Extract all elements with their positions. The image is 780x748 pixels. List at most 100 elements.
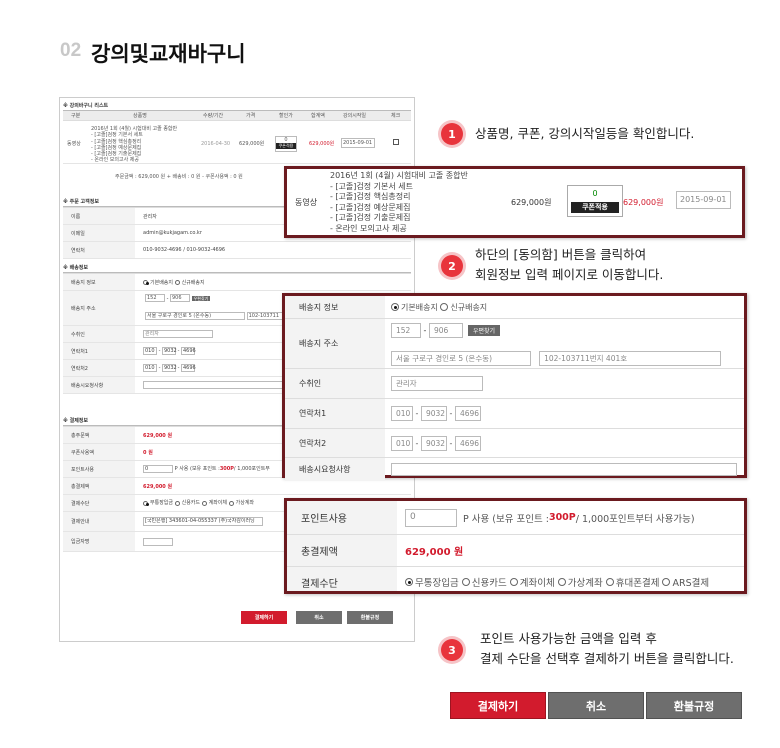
zoom-recipient-label: 수취인 xyxy=(285,369,385,398)
name-value: 관리자 xyxy=(143,213,157,220)
zoom-zip-group[interactable]: 152 - 906 우편찾기 xyxy=(391,323,501,338)
point-input[interactable]: 0 xyxy=(143,465,173,473)
pay-button[interactable]: 결제하기 xyxy=(450,692,546,719)
zoom-phone1-label: 연락처1 xyxy=(285,399,385,428)
zoom-recipient-input[interactable]: 관리자 xyxy=(391,376,483,391)
mini-pay-button[interactable]: 결제하기 xyxy=(241,611,287,624)
step1-text: 상품명, 쿠폰, 강의시작일등을 확인합니다. xyxy=(475,126,695,141)
item-total: 629,000원 xyxy=(309,141,335,147)
mini-refund-button[interactable]: 환불규정 xyxy=(347,611,393,624)
account-label: 결제안내 xyxy=(63,512,135,531)
mini-cancel-button[interactable]: 취소 xyxy=(296,611,342,624)
contact-label: 연락처 xyxy=(63,242,135,258)
email-label: 이메일 xyxy=(63,225,135,241)
radio-virtual-account[interactable] xyxy=(557,578,566,586)
col-total: 합계액 xyxy=(311,113,325,119)
zoom-item-price: 629,000원 xyxy=(511,198,552,207)
zoom-method-label: 결제수단 xyxy=(287,567,397,591)
name-label: 이름 xyxy=(63,208,135,224)
contact-value: 010-9032-4696 / 010-9032-4696 xyxy=(143,247,226,253)
phone1-label: 연락처1 xyxy=(63,343,135,359)
col-check: 체크 xyxy=(391,113,401,119)
point-label: 포인트사용 xyxy=(63,461,135,477)
col-type: 구분 xyxy=(71,113,81,119)
cart-row: 동영상 2016년 1회 (4월) 시험대비 고졸 종합반 - [고졸]검정 기본… xyxy=(63,124,411,164)
radio-credit-card[interactable] xyxy=(461,578,470,586)
zoom-ship-info-label: 배송지 정보 xyxy=(285,296,385,318)
item-type: 동영상 xyxy=(67,141,81,147)
step2-badge: 2 xyxy=(441,255,463,277)
item-checkbox[interactable] xyxy=(393,139,399,145)
shipping-section-title: ※ 배송정보 xyxy=(63,265,89,271)
radio-phone-payment[interactable] xyxy=(605,578,614,586)
cart-section-title: ※ 강의바구니 리스트 xyxy=(63,103,109,109)
depositor-label: 입금자명 xyxy=(63,532,135,551)
request-label: 배송시요청사항 xyxy=(63,377,135,393)
email-value: admin@kukjagam.co.kr xyxy=(143,230,202,236)
step2-text: 하단의 [동의함] 버튼을 클릭하여 회원정보 입력 페이지로 이동합니다. xyxy=(475,247,664,282)
zoom-item-name: 2016년 1회 (4월) 시험대비 고졸 종합반 - [고졸]검정 기본서 세… xyxy=(330,171,468,233)
zip-search-button[interactable]: 우편찾기 xyxy=(467,325,501,336)
zoom-item-type: 동영상 xyxy=(295,198,318,207)
coupon-label: 쿠폰사용액 xyxy=(63,444,135,460)
ship-info-label: 배송지 정보 xyxy=(63,274,135,290)
address2-input[interactable]: 102-103711번지 401호 xyxy=(539,351,722,366)
radio-account-transfer[interactable] xyxy=(509,578,518,586)
method-radios[interactable]: 무통장입금 신용카드 계좌이체 가상계좌 xyxy=(143,495,254,511)
item-date: 2016-04-30 xyxy=(201,141,231,147)
zoom-method-radios[interactable]: 무통장입금 신용카드 계좌이체 가상계좌 휴대폰결제 ARS결제 xyxy=(405,567,709,591)
zip2-input[interactable]: 906 xyxy=(428,323,463,338)
zoom-address-group[interactable]: 서울 구로구 경인로 5 (온수동) 102-103711번지 401호 xyxy=(391,348,722,367)
payment-section-title: ※ 결제정보 xyxy=(63,418,89,424)
total-order-label: 총주문액 xyxy=(63,427,135,443)
zoom-start-date[interactable]: 2015-09-01 xyxy=(676,191,731,209)
payment-zoom: 포인트사용 0 P 사용 (보유 포인트 : 300P/ 1,000포인트부터 … xyxy=(284,498,747,594)
col-price: 가격 xyxy=(246,113,256,119)
col-discount: 할인가 xyxy=(279,113,293,119)
item-price: 629,000원 xyxy=(239,141,265,147)
zoom-total-pay-label: 총결제액 xyxy=(287,535,397,566)
address1-input[interactable]: 서울 구로구 경인로 5 (온수동) xyxy=(391,351,531,366)
point-info-text: P 사용 (보유 포인트 : xyxy=(463,513,549,525)
coupon-apply-button[interactable]: 쿠폰적용 xyxy=(571,202,619,213)
radio-bank-transfer[interactable] xyxy=(405,578,413,586)
zoom-ship-radio-group[interactable]: 기본배송지 신규배송지 xyxy=(391,296,487,318)
account-select[interactable]: [국민은행] 343601-04-055337 (주)국자감이러닝 xyxy=(143,517,263,526)
cart-item-zoom: 동영상 2016년 1회 (4월) 시험대비 고졸 종합반 - [고졸]검정 기… xyxy=(284,166,745,238)
col-name: 상품명 xyxy=(133,113,147,119)
radio-new-address[interactable] xyxy=(440,303,449,311)
zoom-discount-box[interactable]: 0 쿠폰적용 xyxy=(567,185,623,217)
radio-default-address[interactable] xyxy=(391,303,399,311)
coupon-value: 0 원 xyxy=(143,449,153,456)
orderer-section-title: ※ 주문 고객정보 xyxy=(63,199,99,205)
ship-radio-group[interactable]: 기본배송지 신규배송지 xyxy=(143,274,205,290)
radio-ars-payment[interactable] xyxy=(662,578,671,586)
col-qty: 수량/기간 xyxy=(203,113,224,119)
step3-text: 포인트 사용가능한 금액을 입력 후 결제 수단을 선택후 결제하기 버튼을 클릭… xyxy=(480,631,734,666)
item-start-date[interactable]: 2015-09-01 xyxy=(341,138,375,148)
total-order-value: 629,000 원 xyxy=(143,432,173,439)
zoom-request-input[interactable] xyxy=(391,463,737,476)
page-title: 강의및교재바구니 xyxy=(91,42,246,66)
zoom-point-input[interactable]: 0 xyxy=(405,508,457,527)
cancel-button[interactable]: 취소 xyxy=(548,692,644,719)
ship-zip[interactable]: 152 - 906 우편찾기 xyxy=(145,294,211,302)
phone1-inputs[interactable]: 010 - 9032 - 4696 xyxy=(143,343,196,359)
phone2-inputs[interactable]: 010 - 9032 - 4696 xyxy=(143,360,196,376)
zip1-input[interactable]: 152 xyxy=(391,323,421,338)
cart-summary: 주문금액 : 629,000 원 + 배송비 : 0 원 - 쿠폰사용액 : 0… xyxy=(115,174,243,180)
step1-badge: 1 xyxy=(441,123,463,145)
item-discount-box[interactable]: 0 쿠폰적용 xyxy=(275,136,297,152)
recipient-label: 수취인 xyxy=(63,326,135,342)
ship-address-label: 배송지 주소 xyxy=(63,291,135,325)
cart-table-header: 구분 상품명 수량/기간 가격 할인가 합계액 강의시작일 체크 xyxy=(63,110,411,121)
zoom-item-total: 629,000원 xyxy=(623,198,664,207)
recipient-input[interactable]: 관리자 xyxy=(143,330,213,338)
zoom-phone1-inputs[interactable]: 010 - 9032 - 4696 xyxy=(391,399,481,428)
total-pay-label: 총결제액 xyxy=(63,478,135,494)
zoom-phone2-inputs[interactable]: 010 - 9032 - 4696 xyxy=(391,429,481,457)
depositor-input[interactable] xyxy=(143,537,173,546)
item-name: 2016년 1회 (4월) 시험대비 고졸 종합반 - [고졸]검정 기본서 세트… xyxy=(91,126,178,164)
zoom-ship-address-label: 배송지 주소 xyxy=(285,319,385,368)
refund-policy-button[interactable]: 환불규정 xyxy=(646,692,742,719)
